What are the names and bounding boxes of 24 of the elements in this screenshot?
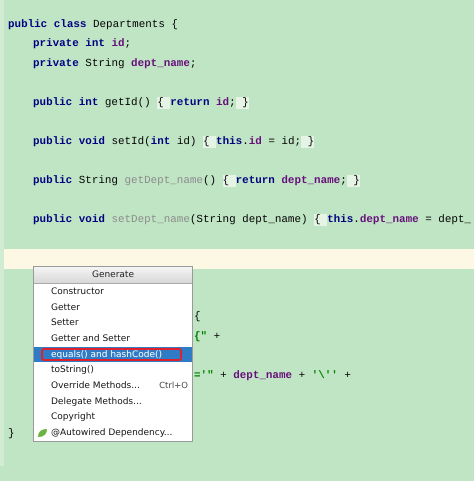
menu-item[interactable]: Getter	[34, 300, 192, 316]
menu-item[interactable]: Constructor	[34, 284, 192, 300]
shortcut-label: Ctrl+O	[159, 380, 189, 391]
leaf-icon	[37, 428, 48, 438]
code-line: ='" + dept_name + '\'' +	[194, 370, 351, 382]
menu-item[interactable]: Delegate Methods...	[34, 394, 192, 410]
code-line: public void setId(int id) { this.id = id; }	[33, 136, 314, 148]
code-line: private String dept_name;	[33, 58, 196, 70]
code-line: private int id;	[33, 38, 132, 50]
code-line: {" +	[194, 330, 220, 343]
code-line: public int getId() { return id; }	[33, 96, 249, 109]
menu-item[interactable]: Getter and Setter	[34, 331, 192, 347]
menu-item[interactable]: Setter	[34, 315, 192, 332]
code-line: public String getDept_name() { return dept_name; }	[33, 174, 360, 187]
menu-item[interactable]: Override Methods... Ctrl+O	[34, 378, 192, 394]
code-line: public void setDept_name(String dept_name) { this.dept_name = dept_	[33, 214, 471, 226]
menu-item[interactable]: Copyright	[34, 410, 192, 426]
code-line: }	[8, 428, 15, 440]
code-line: {	[194, 311, 201, 324]
code-line: public class Departments {	[8, 18, 178, 31]
popup-title: Generate	[34, 267, 192, 284]
menu-item[interactable]: @Autowired Dependency...	[34, 425, 192, 441]
menu-item[interactable]: equals() and hashCode()	[34, 346, 192, 362]
menu-item[interactable]: toString()	[34, 362, 192, 378]
